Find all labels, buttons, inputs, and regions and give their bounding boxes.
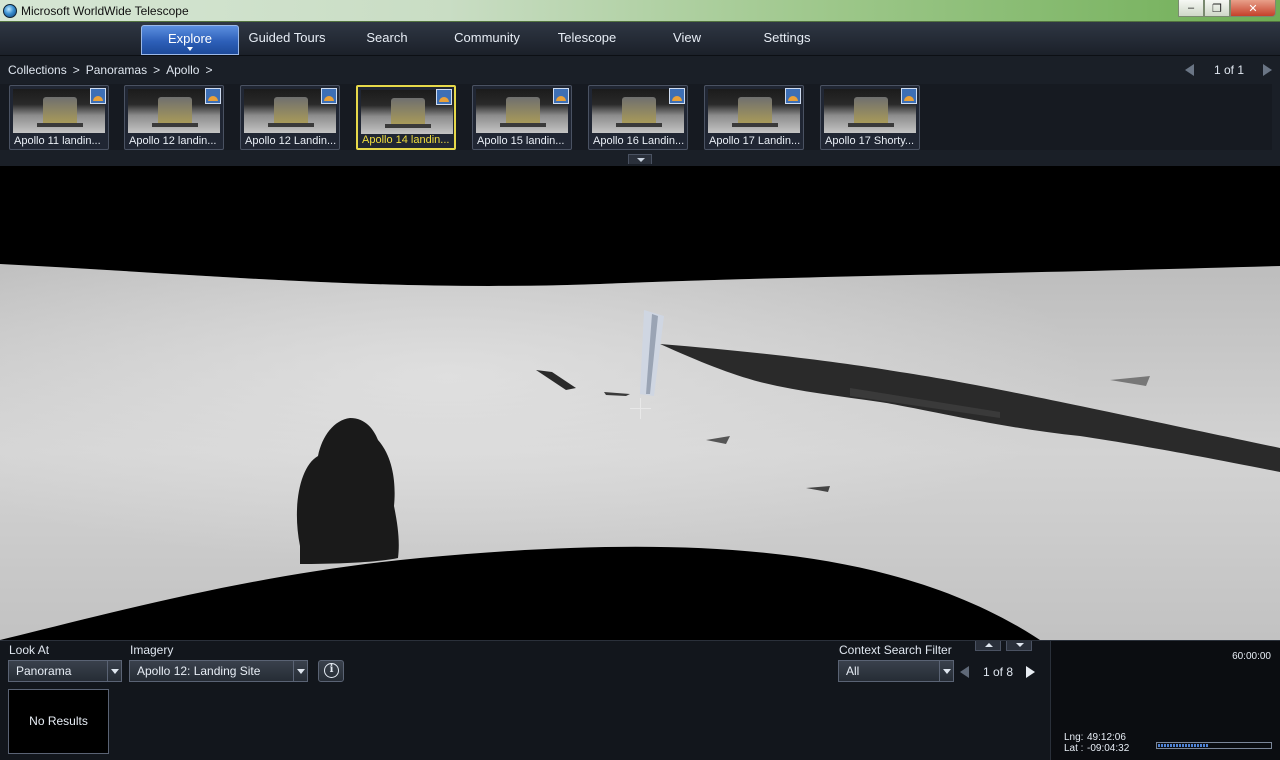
tab-label: Explore bbox=[167, 31, 213, 46]
next-page-icon[interactable] bbox=[1026, 666, 1036, 678]
context-filter-value: All bbox=[846, 664, 860, 678]
title-bar: Microsoft WorldWide Telescope – ❐ ✕ bbox=[0, 0, 1280, 22]
maximize-icon[interactable]: ❐ bbox=[1204, 0, 1230, 17]
thumbnail-label: Apollo 15 landin... bbox=[477, 135, 565, 147]
context-panel: Look At Panorama Imagery Apollo 12: Land… bbox=[0, 640, 1050, 760]
tab-settings[interactable]: Settings bbox=[738, 25, 836, 55]
tab-community[interactable]: Community bbox=[438, 25, 536, 55]
breadcrumb-apollo[interactable]: Apollo bbox=[166, 63, 199, 77]
thumbnail-apollo-17a[interactable]: Apollo 17 Landin... bbox=[704, 85, 804, 150]
app-globe-icon bbox=[3, 4, 17, 18]
tab-search[interactable]: Search bbox=[338, 25, 436, 55]
loading-progress-bar bbox=[1156, 742, 1272, 749]
thumbnail-label: Apollo 16 Landin... bbox=[593, 135, 685, 147]
info-icon: i bbox=[324, 663, 339, 678]
thumbnail-label: Apollo 17 Landin... bbox=[709, 135, 801, 147]
breadcrumb: Collections > Panoramas > Apollo > bbox=[8, 63, 218, 77]
scroll-down-icon[interactable] bbox=[1006, 641, 1032, 651]
thumbnail-apollo-16[interactable]: Apollo 16 Landin... bbox=[588, 85, 688, 150]
thumbnail-panorama-icon bbox=[205, 88, 221, 104]
lat-label: Lat : bbox=[1064, 743, 1084, 754]
crosshair-icon bbox=[640, 398, 641, 419]
prev-page-icon[interactable] bbox=[960, 666, 969, 678]
time-readout: 60:00:00 bbox=[1232, 651, 1271, 662]
context-search-filter-label: Context Search Filter bbox=[839, 643, 952, 657]
thumbnail-label: Apollo 14 landin... bbox=[362, 134, 450, 146]
collapse-icon[interactable] bbox=[628, 154, 652, 164]
explore-panel: Collections > Panoramas > Apollo > 1 of … bbox=[0, 56, 1280, 166]
context-pager: 1 of 8 bbox=[960, 665, 1036, 679]
scroll-up-icon[interactable] bbox=[975, 641, 1001, 651]
lng-label: Lng: bbox=[1064, 732, 1084, 743]
breadcrumb-separator: > bbox=[205, 63, 213, 77]
progress-fill bbox=[1158, 744, 1208, 747]
thumbnail-apollo-12b[interactable]: Apollo 12 Landin... bbox=[240, 85, 340, 150]
page-count: 1 of 1 bbox=[1213, 63, 1244, 77]
lng-value: 49:12:06 bbox=[1087, 732, 1126, 743]
look-at-dropdown[interactable]: Panorama bbox=[8, 660, 122, 682]
thumbnail-panorama-icon bbox=[901, 88, 917, 104]
thumbnail-panorama-icon bbox=[785, 88, 801, 104]
chevron-down-icon bbox=[187, 47, 193, 51]
thumbnail-label: Apollo 17 Shorty... bbox=[825, 135, 915, 147]
imagery-dropdown[interactable]: Apollo 12: Landing Site bbox=[129, 660, 308, 682]
thumbnail-apollo-12a[interactable]: Apollo 12 landin... bbox=[124, 85, 224, 150]
thumbnail-panorama-icon bbox=[669, 88, 685, 104]
prev-page-icon[interactable] bbox=[1184, 64, 1194, 76]
panorama-viewer[interactable] bbox=[0, 166, 1280, 640]
status-panel: 60:00:00 Lng: 49:12:06 Lat : -09:04:32 bbox=[1050, 640, 1280, 760]
context-page-count: 1 of 8 bbox=[983, 665, 1014, 679]
tab-telescope[interactable]: Telescope bbox=[538, 25, 636, 55]
next-page-icon[interactable] bbox=[1263, 64, 1272, 76]
context-filter-dropdown[interactable]: All bbox=[838, 660, 954, 682]
look-at-label: Look At bbox=[9, 643, 50, 657]
tab-view[interactable]: View bbox=[638, 25, 736, 55]
thumbnail-apollo-14[interactable]: Apollo 14 landin... bbox=[356, 85, 456, 150]
thumbnail-panorama-icon bbox=[553, 88, 569, 104]
thumbnail-label: Apollo 12 Landin... bbox=[245, 135, 337, 147]
coordinates-readout: Lng: 49:12:06 Lat : -09:04:32 bbox=[1064, 732, 1129, 754]
thumbnail-panorama-icon bbox=[321, 88, 337, 104]
dropdown-arrow-icon bbox=[939, 661, 953, 681]
thumbnail-apollo-15[interactable]: Apollo 15 landin... bbox=[472, 85, 572, 150]
thumbnail-strip: Apollo 11 landin... Apollo 12 landin... … bbox=[0, 84, 1272, 150]
thumbnail-apollo-17b[interactable]: Apollo 17 Shorty... bbox=[820, 85, 920, 150]
dropdown-arrow-icon bbox=[107, 661, 121, 681]
dropdown-arrow-icon bbox=[293, 661, 307, 681]
tab-explore[interactable]: Explore bbox=[141, 25, 239, 55]
thumbnail-panorama-icon bbox=[90, 88, 106, 104]
info-button[interactable]: i bbox=[318, 660, 344, 682]
window-controls: – ❐ ✕ bbox=[1178, 0, 1276, 18]
thumbnail-panorama-icon bbox=[436, 89, 452, 105]
breadcrumb-separator: > bbox=[153, 63, 161, 77]
tab-guided-tours[interactable]: Guided Tours bbox=[238, 25, 336, 55]
breadcrumb-panoramas[interactable]: Panoramas bbox=[86, 63, 147, 77]
thumbnail-apollo-11[interactable]: Apollo 11 landin... bbox=[9, 85, 109, 150]
collection-pager: 1 of 1 bbox=[1184, 62, 1272, 78]
imagery-label: Imagery bbox=[130, 643, 174, 657]
look-at-value: Panorama bbox=[16, 664, 72, 678]
thumbnail-label: Apollo 12 landin... bbox=[129, 135, 217, 147]
menu-bar: Explore Guided Tours Search Community Te… bbox=[0, 22, 1280, 56]
breadcrumb-collections[interactable]: Collections bbox=[8, 63, 67, 77]
close-icon[interactable]: ✕ bbox=[1230, 0, 1276, 17]
search-results-box: No Results bbox=[8, 689, 109, 754]
imagery-value: Apollo 12: Landing Site bbox=[137, 664, 261, 678]
window-title: Microsoft WorldWide Telescope bbox=[21, 4, 189, 18]
breadcrumb-separator: > bbox=[72, 63, 80, 77]
thumbnail-label: Apollo 11 landin... bbox=[14, 135, 101, 147]
minimize-icon[interactable]: – bbox=[1178, 0, 1204, 17]
lat-value: -09:04:32 bbox=[1087, 743, 1130, 754]
